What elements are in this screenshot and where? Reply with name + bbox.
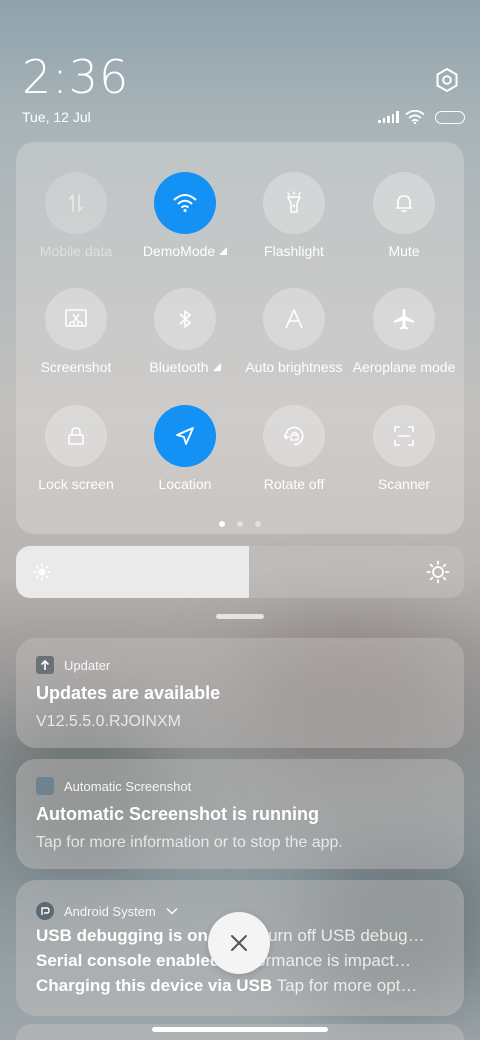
tile-scanner[interactable]: Scanner — [349, 405, 459, 492]
notification-line: Charging this device via USB Tap for mor… — [36, 976, 418, 995]
tile-location[interactable]: Location — [130, 405, 240, 492]
page-dot — [255, 521, 261, 527]
tile-bluetooth[interactable]: Bluetooth — [130, 288, 240, 375]
page-indicator — [16, 521, 464, 527]
tile-label: Scanner — [377, 476, 431, 492]
page-dot — [219, 521, 225, 527]
quick-settings-panel: Mobile data DemoMode Flashlight Mute Scr… — [16, 142, 464, 534]
lock-icon — [68, 427, 84, 445]
notification-body: Tap for more information or to stop the … — [36, 834, 343, 851]
tile-label: Lock screen — [38, 476, 114, 492]
tile-label: Mute — [388, 243, 420, 259]
tile-label: Screenshot — [40, 359, 112, 375]
tile-label: Location — [158, 476, 212, 492]
tile-flashlight[interactable]: Flashlight — [239, 172, 349, 259]
tile-auto-brightness[interactable]: Auto brightness — [239, 288, 349, 375]
tile-label: Aeroplane mode — [352, 359, 456, 375]
clear-all-button[interactable] — [208, 912, 270, 974]
notification-app-name: Updater — [64, 657, 111, 673]
tile-mobile-data[interactable]: Mobile data — [21, 172, 131, 259]
drag-handle[interactable] — [216, 614, 264, 619]
flashlight-icon — [287, 191, 301, 213]
page-dot — [237, 521, 243, 527]
wifi-icon — [173, 194, 197, 212]
settings-gear-icon[interactable] — [434, 67, 460, 93]
notification-app-name: Android System — [64, 903, 156, 919]
brightness-low-icon — [33, 563, 51, 581]
tile-label: Bluetooth — [149, 359, 209, 375]
notification-updater[interactable]: Updater Updates are available V12.5.5.0.… — [16, 638, 464, 748]
tile-aeroplane-mode[interactable]: Aeroplane mode — [349, 288, 459, 375]
notification-automatic-screenshot[interactable]: Automatic Screenshot Automatic Screensho… — [16, 759, 464, 869]
gesture-navigation-bar[interactable] — [152, 1027, 328, 1032]
tile-label: Auto brightness — [245, 359, 343, 375]
rotate-lock-icon — [283, 426, 304, 446]
notification-title: Updates are available — [36, 683, 221, 703]
mobile-data-icon — [69, 194, 83, 212]
tile-label: Flashlight — [264, 243, 324, 259]
bell-icon — [396, 195, 412, 212]
date: Tue, 12 Jul — [22, 109, 91, 125]
close-icon — [231, 935, 247, 951]
tile-mute[interactable]: Mute — [349, 172, 459, 259]
tile-label: DemoMode — [142, 243, 216, 259]
location-icon — [176, 427, 194, 445]
brightness-slider[interactable] — [16, 546, 464, 598]
tile-screenshot[interactable]: Screenshot — [21, 288, 131, 375]
signal-icon — [378, 111, 399, 123]
notification-app-name: Automatic Screenshot — [64, 778, 192, 794]
status-bar: 2:36 Tue, 12 Jul — [0, 0, 480, 140]
battery-icon — [434, 110, 465, 124]
tile-label: Rotate off — [263, 476, 325, 492]
tile-demomode[interactable]: DemoMode — [130, 172, 240, 259]
tile-rotate-off[interactable]: Rotate off — [239, 405, 349, 492]
tile-lock-screen[interactable]: Lock screen — [21, 405, 131, 492]
brightness-high-icon — [426, 560, 450, 584]
clock: 2:36 — [22, 50, 130, 104]
notification-title: Automatic Screenshot is running — [36, 804, 320, 824]
tile-label: Mobile data — [39, 243, 113, 259]
airplane-icon — [394, 309, 414, 330]
screenshot-icon — [65, 309, 87, 328]
android-system-app-icon — [36, 902, 54, 920]
system-icons — [378, 109, 465, 125]
auto-brightness-icon — [285, 309, 303, 329]
expand-arrow-icon — [212, 363, 221, 371]
chevron-down-icon[interactable] — [166, 907, 178, 915]
scanner-icon — [394, 426, 414, 446]
updater-app-icon — [36, 656, 54, 674]
automatic-screenshot-app-icon — [36, 777, 54, 795]
notification-body: V12.5.5.0.RJOINXM — [36, 713, 181, 730]
bluetooth-icon — [179, 310, 191, 328]
wifi-status-icon — [404, 110, 425, 124]
expand-arrow-icon — [219, 247, 228, 255]
